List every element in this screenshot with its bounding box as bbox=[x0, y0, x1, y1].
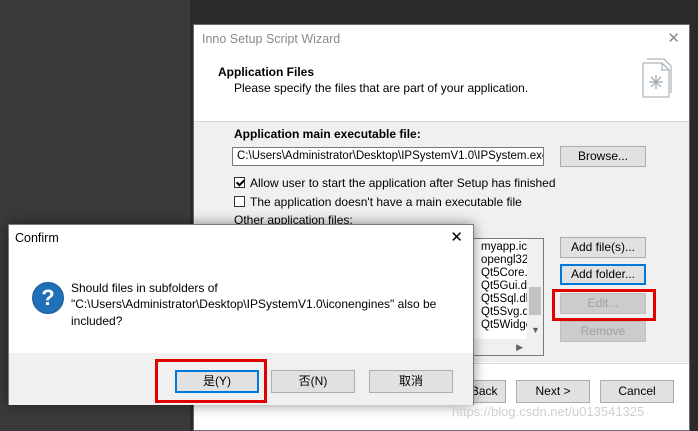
allow-start-checkbox[interactable] bbox=[234, 177, 245, 188]
no-exe-label: The application doesn't have a main exec… bbox=[250, 195, 522, 209]
remove-button[interactable]: Remove bbox=[560, 321, 646, 342]
document-icon bbox=[642, 58, 672, 98]
yes-button[interactable]: 是(Y) bbox=[175, 370, 259, 393]
watermark: https://blog.csdn.net/u013541325 bbox=[452, 404, 645, 419]
confirm-message-line1: Should files in subfolders of bbox=[71, 281, 218, 295]
browse-button[interactable]: Browse... bbox=[560, 146, 646, 167]
question-icon: ? bbox=[32, 282, 64, 314]
scroll-down-icon[interactable]: ▼ bbox=[531, 325, 540, 335]
wizard-close-icon[interactable]: ✕ bbox=[667, 29, 680, 47]
confirm-title: Confirm bbox=[15, 231, 59, 245]
cancel-button[interactable]: Cancel bbox=[600, 380, 674, 403]
list-item[interactable]: Qt5Sql.dll bbox=[481, 293, 531, 305]
main-exe-input[interactable]: C:\Users\Administrator\Desktop\IPSystemV… bbox=[232, 147, 544, 166]
no-exe-checkbox[interactable] bbox=[234, 196, 245, 207]
confirm-message-line3: included? bbox=[71, 314, 123, 328]
no-button[interactable]: 否(N) bbox=[271, 370, 355, 393]
page-subheading: Please specify the files that are part o… bbox=[234, 81, 529, 95]
confirm-close-icon[interactable]: ✕ bbox=[450, 228, 463, 246]
page-heading: Application Files bbox=[218, 65, 315, 79]
main-exe-label: Application main executable file: bbox=[234, 127, 421, 141]
add-folder-button[interactable]: Add folder... bbox=[560, 264, 646, 285]
allow-start-label: Allow user to start the application afte… bbox=[250, 176, 556, 190]
confirm-titlebar[interactable] bbox=[9, 225, 473, 253]
confirm-message-line2: "C:\Users\Administrator\Desktop\IPSystem… bbox=[71, 297, 437, 311]
add-files-button[interactable]: Add file(s)... bbox=[560, 237, 646, 258]
confirm-cancel-button[interactable]: 取消 bbox=[369, 370, 453, 393]
background-right bbox=[690, 0, 698, 431]
scrollbar-thumb[interactable] bbox=[529, 287, 541, 315]
list-item[interactable]: Qt5Gui.dll bbox=[481, 280, 532, 292]
edit-button[interactable]: Edit... bbox=[560, 293, 646, 314]
next-button[interactable]: Next > bbox=[516, 380, 590, 403]
wizard-title: Inno Setup Script Wizard bbox=[202, 32, 341, 46]
vertical-scrollbar[interactable]: ▼ bbox=[527, 239, 543, 339]
scroll-right-icon[interactable]: ▶ bbox=[516, 342, 523, 353]
confirm-dialog: Confirm ✕ ? Should files in subfolders o… bbox=[8, 224, 474, 405]
list-item[interactable]: myapp.ico bbox=[481, 241, 533, 253]
